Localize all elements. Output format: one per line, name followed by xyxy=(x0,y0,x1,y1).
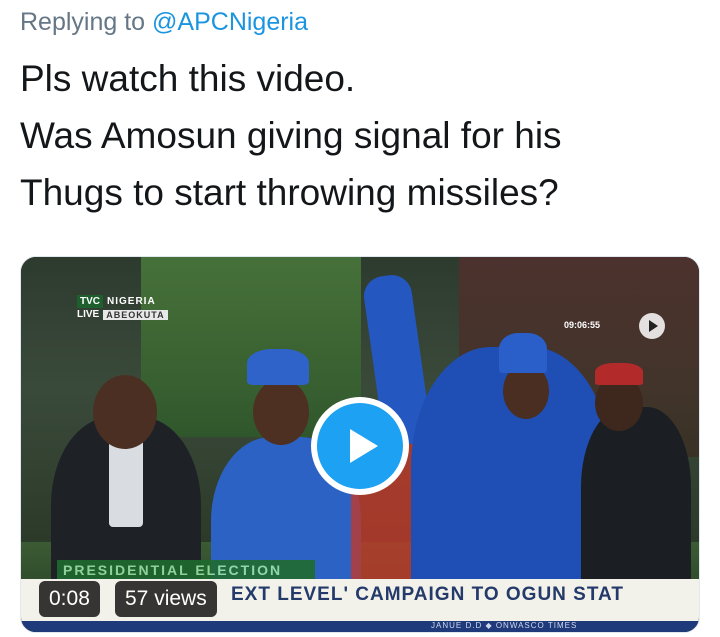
tweet-text-line: Was Amosun giving signal for his xyxy=(20,115,562,156)
channel-name: TVC xyxy=(77,295,103,308)
sub-ticker-bar xyxy=(21,621,699,632)
live-label: LIVE xyxy=(77,309,100,320)
video-duration: 0:08 xyxy=(39,581,100,617)
election-label: PRESIDENTIAL ELECTION xyxy=(57,560,315,580)
replying-to-line: Replying to @APCNigeria xyxy=(20,8,308,37)
tweet-text: Pls watch this video. Was Amosun giving … xyxy=(20,50,700,221)
channel-logo: TVC NIGERIA LIVE ABEOKUTA xyxy=(77,295,205,325)
tweet-text-line: Pls watch this video. xyxy=(20,58,356,99)
play-icon xyxy=(317,403,403,489)
sub-ticker-text: JANUE D.D ◆ ONWASCO TIMES xyxy=(431,621,578,630)
play-button[interactable] xyxy=(311,397,409,495)
city-label: ABEOKUTA xyxy=(103,309,168,320)
broadcast-clock: 09:06:55 xyxy=(564,320,601,330)
tweet-text-line: Thugs to start throwing missiles? xyxy=(20,172,559,213)
video-player[interactable]: TVC NIGERIA LIVE ABEOKUTA 09:06:55 PRESI… xyxy=(20,256,700,633)
video-view-count: 57 views xyxy=(115,581,217,617)
replying-prefix: Replying to xyxy=(20,8,146,36)
tv-play-icon xyxy=(639,313,665,339)
replying-handle-link[interactable]: @APCNigeria xyxy=(152,8,308,36)
channel-region: NIGERIA xyxy=(107,296,156,307)
news-ticker-text: EXT LEVEL' CAMPAIGN TO OGUN STAT xyxy=(231,584,624,605)
